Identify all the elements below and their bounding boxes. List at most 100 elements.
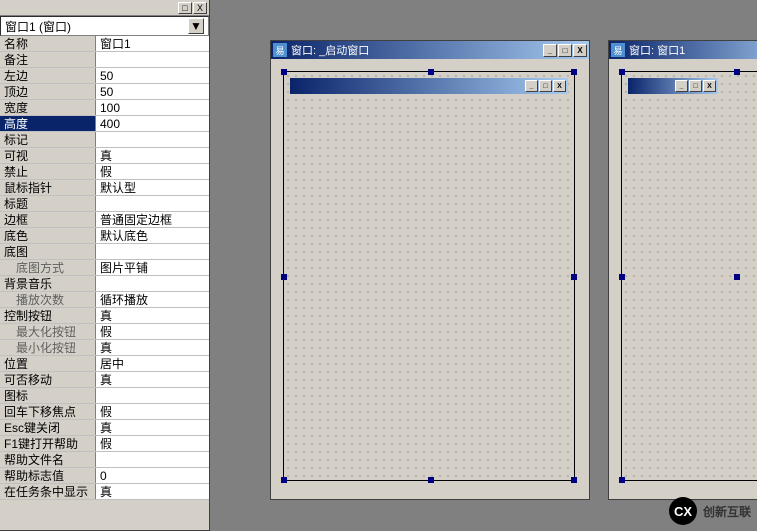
property-label: 背景音乐 <box>0 276 96 291</box>
inner-form[interactable]: _ □ X <box>628 78 718 94</box>
property-row[interactable]: Esc键关闭真 <box>0 420 209 436</box>
property-label: 可视 <box>0 148 96 163</box>
form-canvas[interactable]: _ □ X <box>283 71 575 481</box>
object-selector[interactable]: 窗口1 (窗口) ▼ <box>0 16 209 36</box>
panel-titlebar: □ X <box>0 0 209 16</box>
property-label: 可否移动 <box>0 372 96 387</box>
property-value[interactable]: 真 <box>96 340 209 355</box>
watermark-logo-icon: CX <box>669 497 697 525</box>
property-value[interactable] <box>96 276 209 291</box>
property-row[interactable]: 宽度100 <box>0 100 209 116</box>
resize-handle-e[interactable] <box>734 274 740 280</box>
property-value[interactable]: 0 <box>96 468 209 483</box>
inner-close-button[interactable]: X <box>703 80 716 92</box>
resize-handle-se[interactable] <box>571 477 577 483</box>
resize-handle-nw[interactable] <box>281 69 287 75</box>
designer-window-1[interactable]: 易 窗口: _启动窗口 _ □ X _ □ X <box>270 40 590 500</box>
property-row[interactable]: 禁止假 <box>0 164 209 180</box>
property-grid: 名称窗口1备注左边50顶边50宽度100高度400标记可视真禁止假鼠标指针默认型… <box>0 36 209 500</box>
property-row[interactable]: 帮助标志值0 <box>0 468 209 484</box>
property-value[interactable] <box>96 52 209 67</box>
property-value[interactable]: 假 <box>96 164 209 179</box>
inner-maximize-button[interactable]: □ <box>539 80 552 92</box>
inner-maximize-button[interactable]: □ <box>689 80 702 92</box>
property-row[interactable]: 高度400 <box>0 116 209 132</box>
inner-form[interactable]: _ □ X <box>290 78 568 94</box>
property-value[interactable]: 真 <box>96 484 209 499</box>
property-value[interactable] <box>96 132 209 147</box>
property-label: 位置 <box>0 356 96 371</box>
property-value[interactable]: 100 <box>96 100 209 115</box>
property-row[interactable]: 图标 <box>0 388 209 404</box>
property-row[interactable]: 帮助文件名 <box>0 452 209 468</box>
property-value[interactable] <box>96 452 209 467</box>
property-row[interactable]: 底色默认底色 <box>0 228 209 244</box>
property-value[interactable]: 普通固定边框 <box>96 212 209 227</box>
designer-titlebar[interactable]: 易 窗口: 窗口1 _ □ X <box>609 41 757 59</box>
property-value[interactable] <box>96 388 209 403</box>
resize-handle-sw[interactable] <box>281 477 287 483</box>
resize-handle-e[interactable] <box>571 274 577 280</box>
resize-handle-w[interactable] <box>619 274 625 280</box>
property-row[interactable]: F1键打开帮助假 <box>0 436 209 452</box>
resize-handle-ne[interactable] <box>734 69 740 75</box>
inner-close-button[interactable]: X <box>553 80 566 92</box>
property-row[interactable]: 名称窗口1 <box>0 36 209 52</box>
property-row[interactable]: 控制按钮真 <box>0 308 209 324</box>
property-row[interactable]: 鼠标指针默认型 <box>0 180 209 196</box>
property-row[interactable]: 标题 <box>0 196 209 212</box>
property-value[interactable]: 50 <box>96 68 209 83</box>
property-row[interactable]: 底图方式图片平铺 <box>0 260 209 276</box>
property-row[interactable]: 边框普通固定边框 <box>0 212 209 228</box>
property-row[interactable]: 可视真 <box>0 148 209 164</box>
property-value[interactable]: 50 <box>96 84 209 99</box>
property-row[interactable]: 标记 <box>0 132 209 148</box>
panel-dock-button[interactable]: □ <box>178 2 192 14</box>
resize-handle-n[interactable] <box>428 69 434 75</box>
property-value[interactable]: 默认底色 <box>96 228 209 243</box>
property-value[interactable]: 居中 <box>96 356 209 371</box>
property-value[interactable]: 假 <box>96 324 209 339</box>
property-value[interactable]: 默认型 <box>96 180 209 195</box>
maximize-button[interactable]: □ <box>558 44 572 57</box>
property-row[interactable]: 顶边50 <box>0 84 209 100</box>
inner-minimize-button[interactable]: _ <box>525 80 538 92</box>
panel-close-button[interactable]: X <box>193 2 207 14</box>
property-label: 图标 <box>0 388 96 403</box>
property-row[interactable]: 背景音乐 <box>0 276 209 292</box>
property-value[interactable]: 图片平铺 <box>96 260 209 275</box>
property-value[interactable]: 真 <box>96 148 209 163</box>
property-value[interactable]: 窗口1 <box>96 36 209 51</box>
property-row[interactable]: 播放次数循环播放 <box>0 292 209 308</box>
property-row[interactable]: 备注 <box>0 52 209 68</box>
close-button[interactable]: X <box>573 44 587 57</box>
resize-handle-s[interactable] <box>428 477 434 483</box>
property-value[interactable]: 假 <box>96 436 209 451</box>
property-value[interactable]: 真 <box>96 308 209 323</box>
property-value[interactable]: 400 <box>96 116 209 131</box>
resize-handle-nw[interactable] <box>619 69 625 75</box>
property-label: 底图方式 <box>0 260 96 275</box>
resize-handle-w[interactable] <box>281 274 287 280</box>
property-row[interactable]: 回车下移焦点假 <box>0 404 209 420</box>
property-value[interactable]: 假 <box>96 404 209 419</box>
property-row[interactable]: 左边50 <box>0 68 209 84</box>
property-row[interactable]: 最小化按钮真 <box>0 340 209 356</box>
property-row[interactable]: 底图 <box>0 244 209 260</box>
designer-titlebar[interactable]: 易 窗口: _启动窗口 _ □ X <box>271 41 589 59</box>
property-value[interactable]: 真 <box>96 372 209 387</box>
resize-handle-ne[interactable] <box>571 69 577 75</box>
property-row[interactable]: 可否移动真 <box>0 372 209 388</box>
property-row[interactable]: 位置居中 <box>0 356 209 372</box>
property-row[interactable]: 在任务条中显示真 <box>0 484 209 500</box>
property-value[interactable]: 循环播放 <box>96 292 209 307</box>
property-value[interactable] <box>96 244 209 259</box>
resize-handle-sw[interactable] <box>619 477 625 483</box>
inner-minimize-button[interactable]: _ <box>675 80 688 92</box>
property-row[interactable]: 最大化按钮假 <box>0 324 209 340</box>
form-canvas[interactable]: _ □ X <box>621 71 757 481</box>
minimize-button[interactable]: _ <box>543 44 557 57</box>
property-value[interactable] <box>96 196 209 211</box>
designer-window-2[interactable]: 易 窗口: 窗口1 _ □ X _ □ X <box>608 40 757 500</box>
property-value[interactable]: 真 <box>96 420 209 435</box>
